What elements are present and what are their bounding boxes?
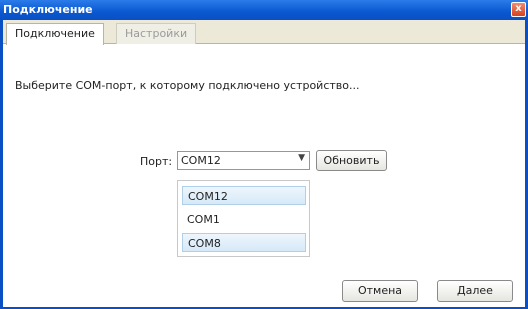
title-bar: Подключение x: [0, 0, 528, 20]
port-select-value: COM12: [181, 154, 221, 167]
dropdown-option-com8[interactable]: COM8: [182, 233, 306, 252]
close-button[interactable]: x: [511, 2, 526, 17]
port-label: Порт:: [140, 155, 173, 168]
tab-connection[interactable]: Подключение: [6, 23, 104, 45]
chevron-down-icon[interactable]: ▼: [298, 153, 305, 163]
window-frame-left: [0, 20, 3, 309]
refresh-button[interactable]: Обновить: [316, 150, 387, 171]
close-icon: x: [515, 3, 522, 14]
dropdown-option-com1[interactable]: COM1: [182, 210, 306, 229]
next-button[interactable]: Далее: [437, 280, 513, 302]
dropdown-option-com12[interactable]: COM12: [182, 186, 306, 205]
tab-strip: Подключение Настройки: [3, 20, 525, 45]
tab-settings[interactable]: Настройки: [116, 23, 197, 44]
port-select[interactable]: COM12 ▼: [177, 151, 310, 170]
prompt-text: Выберите COM-порт, к которому подключено…: [15, 79, 360, 92]
port-dropdown-list: COM12 COM1 COM8: [177, 180, 310, 257]
cancel-button[interactable]: Отмена: [342, 280, 418, 302]
window-title: Подключение: [3, 3, 93, 16]
